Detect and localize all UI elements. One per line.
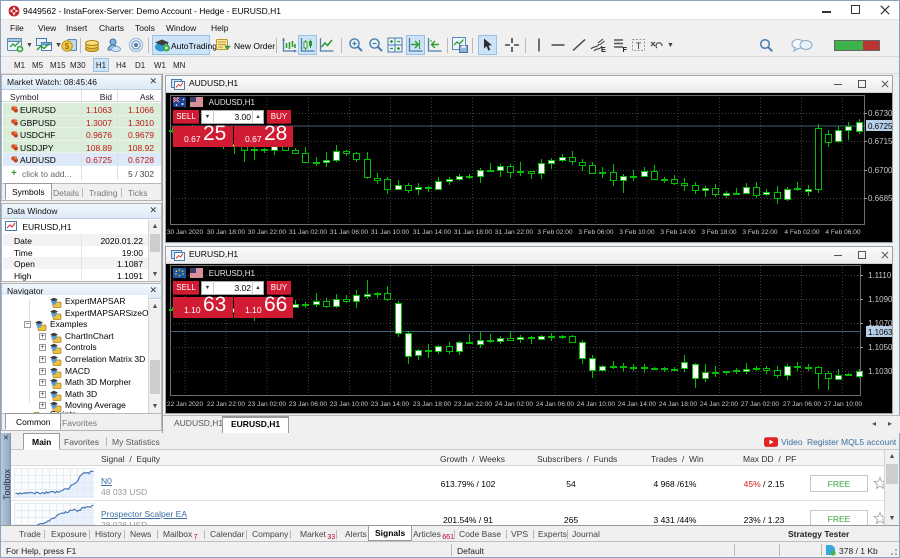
svg-text:1.1063: 1.1063 [868, 328, 892, 337]
svg-text:1.1110: 1.1110 [868, 271, 892, 280]
svg-text:3 Feb 22:00: 3 Feb 22:00 [742, 229, 778, 236]
svg-text:3 Feb 10:00: 3 Feb 10:00 [619, 229, 655, 236]
svg-text:31 Jan 10:00: 31 Jan 10:00 [371, 229, 409, 236]
svg-text:27 Jan 06:00: 27 Jan 06:00 [783, 401, 821, 408]
svg-text:31 Jan 06:00: 31 Jan 06:00 [330, 229, 368, 236]
svg-text:3 Feb 06:00: 3 Feb 06:00 [578, 229, 614, 236]
svg-text:31 Jan 02:00: 31 Jan 02:00 [289, 229, 327, 236]
svg-text:0.6725: 0.6725 [868, 122, 892, 131]
svg-text:3 Feb 14:00: 3 Feb 14:00 [660, 229, 696, 236]
svg-text:3 Feb 02:00: 3 Feb 02:00 [537, 229, 573, 236]
svg-text:3 Feb 18:00: 3 Feb 18:00 [701, 229, 737, 236]
svg-text:23 Jan 14:00: 23 Jan 14:00 [371, 401, 409, 408]
svg-text:31 Jan 18:00: 31 Jan 18:00 [454, 229, 492, 236]
svg-text:4 Feb 06:00: 4 Feb 06:00 [825, 229, 861, 236]
svg-text:30 Jan 18:00: 30 Jan 18:00 [207, 229, 245, 236]
svg-text:24 Jan 18:00: 24 Jan 18:00 [659, 401, 697, 408]
svg-text:23 Jan 10:00: 23 Jan 10:00 [330, 401, 368, 408]
svg-text:F: F [623, 45, 628, 53]
svg-text:$: $ [65, 42, 70, 51]
svg-text:0.6700: 0.6700 [868, 166, 892, 175]
svg-text:30 Jan 22:00: 30 Jan 22:00 [248, 229, 286, 236]
svg-text:24 Jan 10:00: 24 Jan 10:00 [577, 401, 615, 408]
svg-text:22 Jan 22:00: 22 Jan 22:00 [207, 401, 245, 408]
svg-text:23 Jan 22:00: 23 Jan 22:00 [454, 401, 492, 408]
svg-text:23 Jan 02:00: 23 Jan 02:00 [248, 401, 286, 408]
svg-text:1.1090: 1.1090 [868, 295, 892, 304]
svg-text:0.6730: 0.6730 [868, 109, 892, 118]
svg-text:23 Jan 18:00: 23 Jan 18:00 [413, 401, 451, 408]
svg-text:23 Jan 06:00: 23 Jan 06:00 [289, 401, 327, 408]
svg-text:30 Jan 2020: 30 Jan 2020 [167, 229, 204, 236]
svg-text:E: E [601, 45, 606, 53]
svg-text:1.1030: 1.1030 [868, 367, 892, 376]
svg-text:31 Jan 22:00: 31 Jan 22:00 [495, 229, 533, 236]
svg-text:24 Jan 02:00: 24 Jan 02:00 [495, 401, 533, 408]
svg-text:0.6685: 0.6685 [868, 194, 892, 203]
svg-text:24 Jan 06:00: 24 Jan 06:00 [536, 401, 574, 408]
svg-text:27 Jan 02:00: 27 Jan 02:00 [741, 401, 779, 408]
svg-text:24 Jan 14:00: 24 Jan 14:00 [618, 401, 656, 408]
svg-text:27 Jan 10:00: 27 Jan 10:00 [824, 401, 862, 408]
svg-text:1.1050: 1.1050 [868, 343, 892, 352]
svg-text:4 Feb 02:00: 4 Feb 02:00 [784, 229, 820, 236]
svg-text:22 Jan 2020: 22 Jan 2020 [167, 401, 204, 408]
svg-text:T: T [636, 41, 642, 51]
svg-text:0.6715: 0.6715 [868, 137, 892, 146]
svg-text:24 Jan 22:00: 24 Jan 22:00 [700, 401, 738, 408]
svg-text:31 Jan 14:00: 31 Jan 14:00 [413, 229, 451, 236]
